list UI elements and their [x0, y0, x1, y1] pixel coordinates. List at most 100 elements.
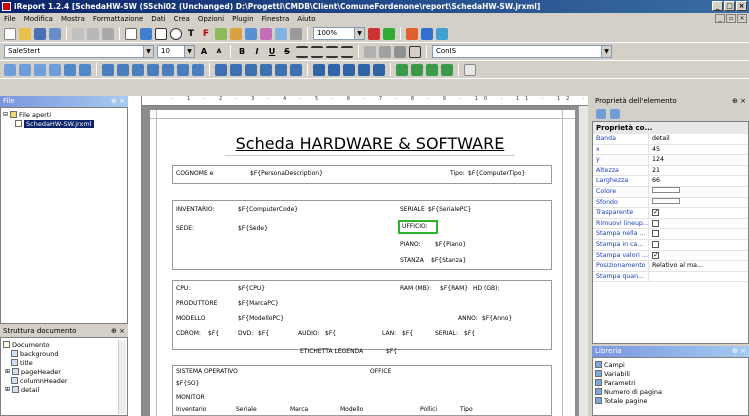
same-width-icon[interactable]: [102, 63, 114, 76]
sistema-label[interactable]: SISTEMA OPERATIVO: [176, 368, 238, 376]
office-label[interactable]: OFFICE: [370, 368, 391, 376]
line-icon[interactable]: [140, 27, 152, 40]
remove-line-checkbox[interactable]: [652, 219, 659, 227]
property-value[interactable]: 45: [649, 145, 748, 155]
menu-crea[interactable]: Crea: [174, 13, 190, 25]
monitor-col-tipo[interactable]: Tipo: [460, 406, 473, 414]
join-sides-right-icon[interactable]: [290, 63, 302, 76]
maximize-button[interactable]: □: [724, 1, 735, 11]
chart-icon[interactable]: [245, 27, 257, 40]
tipo-field[interactable]: $F{ComputerTipo}: [468, 170, 525, 178]
align-bottom-edges-icon[interactable]: [49, 63, 61, 76]
monitor-col-marca[interactable]: Marca: [290, 406, 308, 414]
font-size-select[interactable]: 10 ▼: [157, 45, 195, 58]
modello-label[interactable]: MODELLO: [176, 315, 206, 323]
same-height-max-icon[interactable]: [162, 63, 174, 76]
new-icon[interactable]: [4, 27, 16, 40]
transparent-checkbox[interactable]: [652, 208, 659, 217]
monitor-col-seriale[interactable]: Seriale: [236, 406, 257, 414]
valign-top-icon[interactable]: [364, 45, 376, 58]
expand-icon[interactable]: ⊞: [5, 368, 10, 375]
ram-label[interactable]: RAM (MB):: [400, 285, 431, 293]
property-row[interactable]: Trasparente: [593, 208, 748, 219]
inventario-field[interactable]: $F{ComputerCode}: [238, 206, 298, 214]
structure-item[interactable]: title: [3, 358, 125, 367]
save-icon[interactable]: [34, 27, 46, 40]
same-height-min-icon[interactable]: [177, 63, 189, 76]
menu-opzioni[interactable]: Opzioni: [198, 13, 224, 25]
frame-icon[interactable]: [230, 27, 242, 40]
modello-field[interactable]: $F{ModelloPC}: [238, 315, 284, 323]
file-item[interactable]: SchedaHW-SW.jrxml: [3, 119, 125, 128]
align-horizontal-axis-icon[interactable]: [79, 63, 91, 76]
panel-close-icon[interactable]: ⊕ ×: [732, 96, 746, 107]
library-item[interactable]: Numero di pagina: [595, 387, 746, 396]
sede-field[interactable]: $F{Sede}: [238, 225, 268, 233]
image-icon[interactable]: [215, 27, 227, 40]
menu-modifica[interactable]: Modifica: [24, 13, 53, 25]
monitor-col-modello[interactable]: Modello: [340, 406, 363, 414]
copy-icon[interactable]: [87, 27, 99, 40]
bold-icon[interactable]: B: [236, 46, 248, 58]
save-all-icon[interactable]: [49, 27, 61, 40]
open-icon[interactable]: [19, 27, 31, 40]
expand-icon[interactable]: ⊞: [5, 386, 10, 393]
report-title[interactable]: Scheda HARDWARE & SOFTWARE: [225, 132, 515, 156]
shrink-font-icon[interactable]: A: [213, 46, 225, 58]
property-row[interactable]: Altezza 21: [593, 165, 748, 177]
center-vertically-icon[interactable]: [230, 63, 242, 76]
same-size-icon[interactable]: [192, 63, 204, 76]
property-row[interactable]: Stampa valori ...: [593, 250, 748, 262]
align-left-edges-icon[interactable]: [4, 63, 16, 76]
stanza-field[interactable]: $F{Stanza}: [431, 257, 466, 265]
close-button[interactable]: ×: [736, 1, 747, 11]
monitor-col-pollici[interactable]: Pollici: [420, 406, 437, 414]
structure-item[interactable]: background: [3, 349, 125, 358]
property-row[interactable]: Stampa quan...: [593, 271, 748, 283]
mdi-restore-button[interactable]: ▫: [726, 14, 736, 23]
property-value[interactable]: 21: [649, 166, 748, 176]
print-first-checkbox[interactable]: [652, 230, 659, 238]
property-row[interactable]: x 45: [593, 144, 748, 156]
menu-dati[interactable]: Dati: [151, 13, 165, 25]
property-row[interactable]: Banda detail: [593, 134, 748, 145]
vertical-spacing-icon[interactable]: [328, 63, 340, 76]
align-left-icon[interactable]: [296, 45, 308, 58]
structure-item[interactable]: columnHeader: [3, 376, 125, 385]
piano-field[interactable]: $F{Piano}: [435, 241, 466, 249]
zoom-select[interactable]: 100% ▼: [313, 27, 365, 40]
center-in-band-icon[interactable]: [245, 63, 257, 76]
horizontal-spacing-icon[interactable]: [313, 63, 325, 76]
etichetta-field[interactable]: $F{: [386, 348, 397, 356]
subreport-icon[interactable]: [260, 27, 272, 40]
property-row[interactable]: Colore: [593, 186, 748, 198]
font-name-select[interactable]: ConIS ▼: [432, 45, 612, 58]
mdi-close-button[interactable]: ×: [737, 14, 747, 23]
lan-label[interactable]: LAN:: [382, 330, 396, 338]
audio-field[interactable]: $F{: [325, 330, 336, 338]
scrollbar[interactable]: [118, 340, 126, 414]
produttore-field[interactable]: $F{MarcaPC}: [238, 300, 279, 308]
align-justify-icon[interactable]: [341, 45, 353, 58]
serial-field[interactable]: $F{: [464, 330, 475, 338]
paste-icon[interactable]: [102, 27, 114, 40]
rectangle-icon[interactable]: [155, 27, 167, 40]
same-height-icon[interactable]: [147, 63, 159, 76]
grow-font-icon[interactable]: A: [198, 46, 210, 58]
panel-close-icon[interactable]: ⊕ ×: [111, 96, 125, 107]
same-width-max-icon[interactable]: [117, 63, 129, 76]
print-repeated-checkbox[interactable]: [652, 251, 659, 260]
dvd-label[interactable]: DVD:: [238, 330, 253, 338]
static-text-icon[interactable]: T: [185, 28, 197, 40]
pointer-icon[interactable]: [125, 27, 137, 40]
run-icon[interactable]: [421, 27, 433, 40]
audio-label[interactable]: AUDIO:: [298, 330, 320, 338]
anno-field[interactable]: $F{Anno}: [482, 315, 512, 323]
cognome-label[interactable]: COGNOME e: [176, 170, 213, 178]
center-horizontally-icon[interactable]: [215, 63, 227, 76]
compile-icon[interactable]: [406, 27, 418, 40]
sistema-field[interactable]: $F{SO}: [176, 380, 199, 388]
files-root[interactable]: ⊟ File aperti: [3, 110, 125, 119]
underline-icon[interactable]: U: [266, 46, 278, 58]
collapse-icon[interactable]: ⊟: [3, 111, 8, 118]
